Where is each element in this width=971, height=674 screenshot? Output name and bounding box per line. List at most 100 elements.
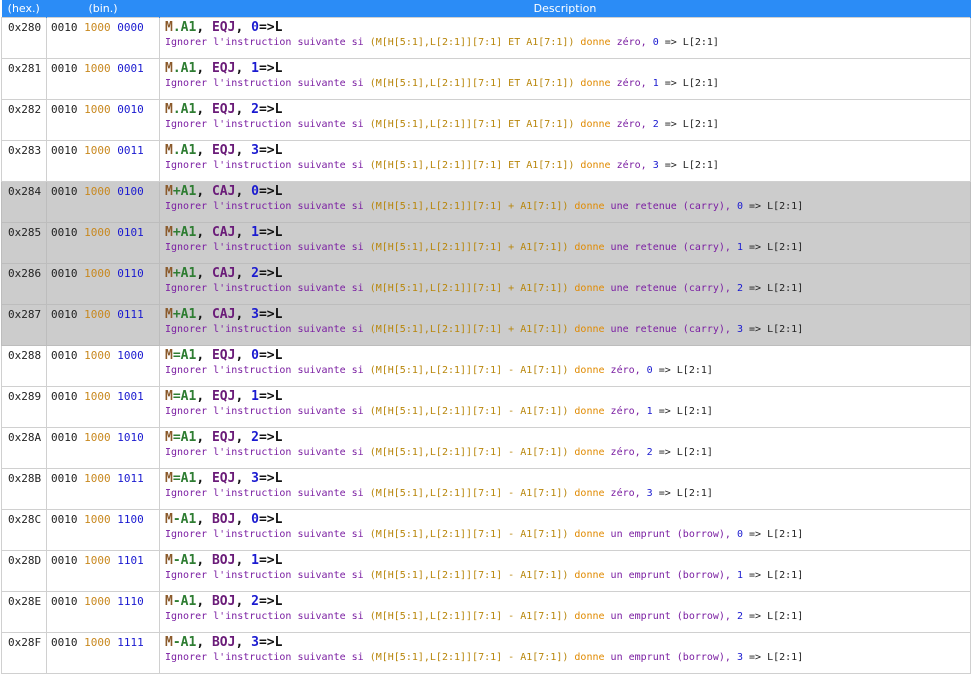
description-expression: (M[H[5:1],L[2:1]][7:1] - A1[7:1]) xyxy=(369,447,569,458)
operator: = xyxy=(172,389,181,404)
hex-code: 0x289 xyxy=(1,386,47,428)
binary-nibble-2: 1000 xyxy=(84,513,111,526)
binary-nibble-1: 0010 xyxy=(51,267,78,280)
operator: = xyxy=(172,471,181,486)
description-prefix: Ignorer l'instruction suivante si xyxy=(165,37,370,48)
binary-code: 0010 1000 1101 xyxy=(46,550,160,592)
instruction-description: Ignorer l'instruction suivante si (M[H[5… xyxy=(165,610,970,624)
jump-command: CAJ xyxy=(211,184,236,199)
hex-value: 0x287 xyxy=(8,308,42,321)
binary-nibble-1: 0010 xyxy=(51,308,78,321)
binary-nibble-2: 1000 xyxy=(84,636,111,649)
table-row: 0x282 0010 1000 0010 M.A1, EQJ, 2=>L Ign… xyxy=(1,99,971,141)
operator: = xyxy=(172,430,181,445)
table-row: 0x289 0010 1000 1001 M=A1, EQJ, 1=>L Ign… xyxy=(1,386,971,428)
destination: =>L xyxy=(258,389,283,404)
description-result: zéro, xyxy=(610,365,647,376)
jump-command: BOJ xyxy=(211,512,236,527)
instruction-mnemonic: M+A1, CAJ, 1=>L xyxy=(165,225,970,241)
immediate-value: 3 xyxy=(251,635,259,650)
description-gives: donne xyxy=(568,324,611,335)
description-expression: (M[H[5:1],L[2:1]][7:1] ET A1[7:1]) xyxy=(369,37,575,48)
description-cell: M=A1, EQJ, 2=>L Ignorer l'instruction su… xyxy=(159,427,971,469)
hex-code: 0x285 xyxy=(1,222,47,264)
description-gives: donne xyxy=(574,160,617,171)
instruction-description: Ignorer l'instruction suivante si (M[H[5… xyxy=(165,241,970,255)
immediate-value: 0 xyxy=(251,512,259,527)
immediate-value: 2 xyxy=(251,594,259,609)
operand-a1: A1 xyxy=(180,471,197,486)
description-result: une retenue (carry), xyxy=(610,242,737,253)
destination: =>L xyxy=(258,225,283,240)
binary-nibble-1: 0010 xyxy=(51,349,78,362)
description-gives: donne xyxy=(568,570,611,581)
jump-command: BOJ xyxy=(211,553,236,568)
separator: , xyxy=(196,389,212,404)
jump-command: EQJ xyxy=(211,348,236,363)
separator: , xyxy=(196,102,212,117)
operator: - xyxy=(172,512,181,527)
description-result: zéro, xyxy=(616,37,653,48)
operator: - xyxy=(172,635,181,650)
instruction-description: Ignorer l'instruction suivante si (M[H[5… xyxy=(165,77,970,91)
description-expression: (M[H[5:1],L[2:1]][7:1] - A1[7:1]) xyxy=(369,652,569,663)
description-expression: (M[H[5:1],L[2:1]][7:1] ET A1[7:1]) xyxy=(369,78,575,89)
hex-code: 0x28C xyxy=(1,509,47,551)
binary-nibble-3: 0010 xyxy=(117,103,144,116)
description-expression: (M[H[5:1],L[2:1]][7:1] + A1[7:1]) xyxy=(369,283,569,294)
binary-code: 0010 1000 0110 xyxy=(46,263,160,305)
binary-code: 0010 1000 0001 xyxy=(46,58,160,100)
instruction-mnemonic: M=A1, EQJ, 2=>L xyxy=(165,430,970,446)
operand-a1: A1 xyxy=(180,225,197,240)
description-cell: M-A1, BOJ, 0=>L Ignorer l'instruction su… xyxy=(159,509,971,551)
instruction-description: Ignorer l'instruction suivante si (M[H[5… xyxy=(165,282,970,296)
table-header-row: (hex.) (bin.) Description xyxy=(1,0,971,18)
binary-nibble-3: 0100 xyxy=(117,185,144,198)
description-cell: M.A1, EQJ, 3=>L Ignorer l'instruction su… xyxy=(159,140,971,182)
operand-a1: A1 xyxy=(180,184,197,199)
binary-nibble-3: 0101 xyxy=(117,226,144,239)
description-gives: donne xyxy=(568,488,611,499)
separator: , xyxy=(196,225,212,240)
binary-nibble-2: 1000 xyxy=(84,144,111,157)
separator: , xyxy=(235,20,252,35)
description-destination: => L[2:1] xyxy=(743,652,804,663)
binary-nibble-1: 0010 xyxy=(51,554,78,567)
description-gives: donne xyxy=(568,406,611,417)
jump-command: CAJ xyxy=(211,266,236,281)
binary-nibble-2: 1000 xyxy=(84,431,111,444)
hex-value: 0x281 xyxy=(8,62,42,75)
hex-code: 0x28E xyxy=(1,591,47,633)
description-result: une retenue (carry), xyxy=(610,201,737,212)
description-expression: (M[H[5:1],L[2:1]][7:1] - A1[7:1]) xyxy=(369,365,569,376)
separator: , xyxy=(196,594,212,609)
separator: , xyxy=(196,471,212,486)
hex-value: 0x28C xyxy=(8,513,42,526)
instruction-mnemonic: M-A1, BOJ, 0=>L xyxy=(165,512,970,528)
separator: , xyxy=(196,512,212,527)
instruction-description: Ignorer l'instruction suivante si (M[H[5… xyxy=(165,651,970,665)
description-gives: donne xyxy=(568,652,611,663)
table-row: 0x287 0010 1000 0111 M+A1, CAJ, 3=>L Ign… xyxy=(1,304,971,346)
description-destination: => L[2:1] xyxy=(658,78,719,89)
binary-nibble-1: 0010 xyxy=(51,103,78,116)
description-prefix: Ignorer l'instruction suivante si xyxy=(165,242,370,253)
separator: , xyxy=(235,143,252,158)
operand-a1: A1 xyxy=(180,594,197,609)
hex-code: 0x286 xyxy=(1,263,47,305)
operator: + xyxy=(172,225,181,240)
binary-nibble-2: 1000 xyxy=(84,226,111,239)
description-cell: M-A1, BOJ, 2=>L Ignorer l'instruction su… xyxy=(159,591,971,633)
binary-nibble-2: 1000 xyxy=(84,267,111,280)
description-result: zéro, xyxy=(616,119,653,130)
jump-command: CAJ xyxy=(211,307,236,322)
description-destination: => L[2:1] xyxy=(743,242,804,253)
operand-m: M xyxy=(165,20,173,35)
operand-a1: A1 xyxy=(180,61,197,76)
binary-code: 0010 1000 1000 xyxy=(46,345,160,387)
binary-code: 0010 1000 1001 xyxy=(46,386,160,428)
destination: =>L xyxy=(258,102,283,117)
instruction-mnemonic: M-A1, BOJ, 2=>L xyxy=(165,594,970,610)
operator: + xyxy=(172,184,181,199)
description-expression: (M[H[5:1],L[2:1]][7:1] ET A1[7:1]) xyxy=(369,119,575,130)
